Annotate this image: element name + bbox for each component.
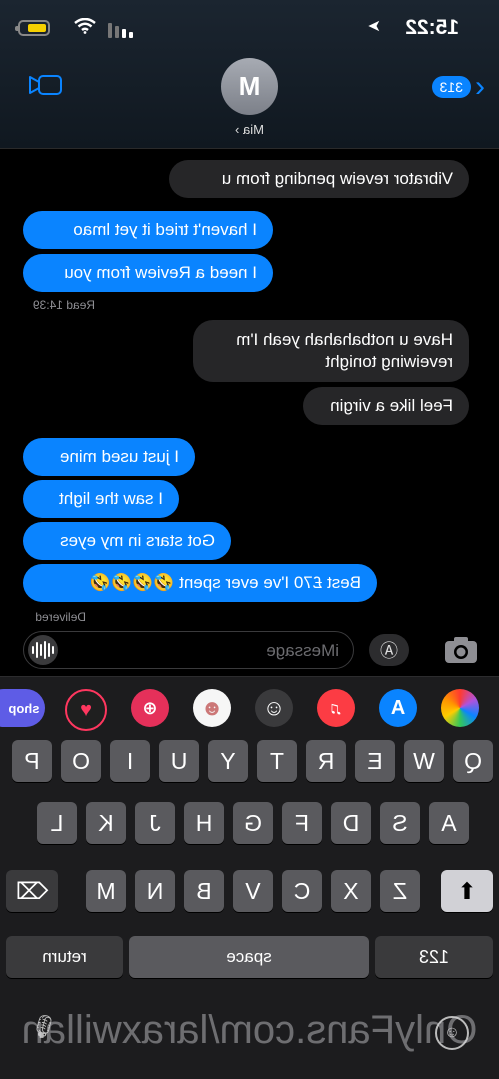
message-line: reveiwing tonight [325, 352, 453, 371]
delete-key[interactable]: ⌫ [6, 870, 58, 912]
unread-count-badge: 313 [431, 76, 471, 98]
emoji-icon[interactable]: ☺ [435, 1016, 469, 1050]
key-k[interactable]: K [86, 802, 126, 844]
numbers-key[interactable]: 123 [375, 936, 493, 978]
key-q[interactable]: Q [453, 740, 493, 782]
key-a[interactable]: A [429, 802, 469, 844]
shift-arrow-icon: ⬆ [457, 877, 477, 904]
message-input-placeholder: iMessage [266, 641, 339, 660]
app-store-button[interactable]: Ⓐ [369, 634, 409, 666]
app-store-app-icon[interactable]: A [379, 689, 417, 727]
key-t[interactable]: T [257, 740, 297, 782]
key-y[interactable]: Y [208, 740, 248, 782]
status-time: 15:22 [405, 16, 459, 39]
digital-touch-heart-icon[interactable]: ♥ [65, 689, 107, 731]
message-bubble-outgoing[interactable]: I saw the light [23, 480, 179, 518]
message-bubble-incoming[interactable]: Vibrator reveiw pending from u [169, 160, 469, 198]
shop-app-label: shop [8, 700, 40, 716]
facetime-video-icon[interactable] [28, 74, 62, 96]
backspace-icon: ⌫ [15, 877, 49, 904]
chevron-left-icon: ‹ [475, 70, 485, 103]
key-m[interactable]: M [86, 870, 126, 912]
status-bar: 15:22 ➤ [0, 14, 499, 44]
message-bubble-outgoing[interactable]: Got stars in my eyes [23, 522, 231, 560]
key-w[interactable]: W [404, 740, 444, 782]
imessage-app-drawer: A ♫ ☺ ☻ ⊕ ♥ shop [0, 676, 499, 741]
key-u[interactable]: U [159, 740, 199, 782]
contact-avatar[interactable]: M [221, 58, 278, 115]
camera-icon[interactable] [443, 634, 479, 666]
key-d[interactable]: D [331, 802, 371, 844]
return-key[interactable]: return [6, 936, 123, 978]
microphone-icon[interactable]: 🎙 [30, 1014, 58, 1040]
message-input[interactable]: iMessage [23, 631, 354, 669]
key-n[interactable]: N [135, 870, 175, 912]
message-bubble-outgoing[interactable]: I haven't tried it yet lmao [23, 211, 273, 249]
key-v[interactable]: V [233, 870, 273, 912]
battery-icon [15, 20, 50, 36]
key-s[interactable]: S [380, 802, 420, 844]
space-key[interactable]: space [129, 936, 369, 978]
read-receipt: Read 14:39 [32, 298, 95, 312]
key-b[interactable]: B [184, 870, 224, 912]
key-x[interactable]: X [331, 870, 371, 912]
mirrored-screen: 15:22 ➤ ‹ 313 M Mia › Vibrator reveiw pe… [0, 0, 499, 1079]
key-p[interactable]: P [12, 740, 52, 782]
key-f[interactable]: F [282, 802, 322, 844]
key-i[interactable]: I [110, 740, 150, 782]
contact-name[interactable]: Mia › [0, 122, 499, 137]
app-store-icon: Ⓐ [380, 641, 398, 661]
memoji-stickers-icon[interactable]: ☻ [193, 689, 231, 727]
key-c[interactable]: C [282, 870, 322, 912]
wifi-icon [74, 18, 96, 34]
message-bubble-incoming[interactable]: Feel like a virgin [303, 387, 469, 425]
delivered-label: Delivered [35, 610, 86, 624]
music-app-icon[interactable]: ♫ [317, 689, 355, 727]
location-arrow-icon: ➤ [367, 18, 381, 35]
key-e[interactable]: E [355, 740, 395, 782]
key-r[interactable]: R [306, 740, 346, 782]
photos-app-icon[interactable] [441, 689, 479, 727]
shop-app-icon[interactable]: shop [0, 689, 45, 727]
signal-icon [108, 20, 133, 38]
key-z[interactable]: Z [380, 870, 420, 912]
message-bubble-incoming[interactable]: Have u notbahahah yeah I'm reveiwing ton… [193, 320, 469, 382]
key-j[interactable]: J [135, 802, 175, 844]
message-bubble-outgoing[interactable]: I need a Review from you [23, 254, 273, 292]
message-bubble-outgoing[interactable]: Best £70 I've ever spent 🤣🤣🤣🤣 [23, 564, 377, 602]
conversation-header: 15:22 ➤ ‹ 313 M Mia › [0, 0, 499, 149]
key-l[interactable]: L [37, 802, 77, 844]
key-g[interactable]: G [233, 802, 273, 844]
web-search-icon[interactable]: ⊕ [131, 689, 169, 727]
shift-key[interactable]: ⬆ [441, 870, 493, 912]
audio-message-icon[interactable] [28, 635, 58, 665]
key-h[interactable]: H [184, 802, 224, 844]
message-bubble-outgoing[interactable]: I just used mine [23, 438, 195, 476]
message-line: Have u notbahahah yeah I'm [236, 330, 453, 349]
back-button[interactable]: ‹ 313 [431, 70, 485, 103]
key-o[interactable]: O [61, 740, 101, 782]
memoji-icon[interactable]: ☺ [255, 689, 293, 727]
keyboard-bottom-bar [0, 1000, 499, 1079]
